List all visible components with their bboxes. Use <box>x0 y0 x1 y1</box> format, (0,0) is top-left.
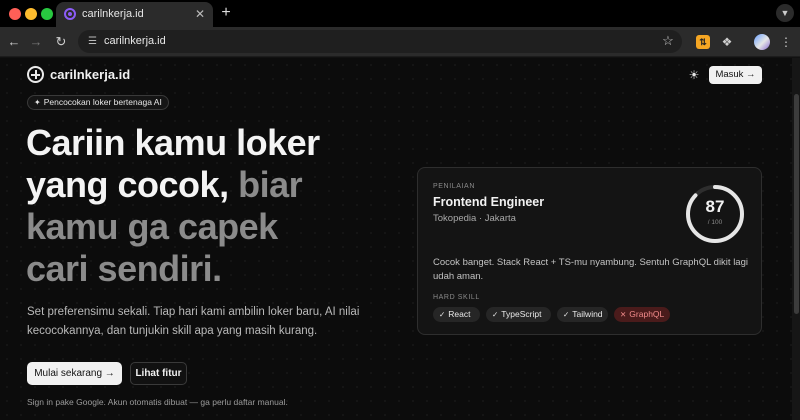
title-line-3: kamu ga capek <box>26 206 278 247</box>
check-icon: ✓ <box>563 310 570 319</box>
page-content: carilnkerja.id ☀ Masuk → ✦ Pencocokan lok… <box>0 58 800 420</box>
skill-chip-graphql: ✕ GraphQL <box>614 307 670 322</box>
forward-button[interactable]: → <box>27 33 45 51</box>
title-line-2-dim: biar <box>228 164 303 205</box>
new-tab-button[interactable]: + <box>217 4 235 22</box>
skill-chip-label: GraphQL <box>629 309 665 319</box>
skill-chip-tailwind: ✓ Tailwind <box>557 307 608 322</box>
skill-chip-typescript: ✓ TypeScript <box>486 307 551 322</box>
signin-note: Sign in pake Google. Akun otomatis dibua… <box>27 397 288 407</box>
reload-button[interactable]: ↻ <box>52 33 70 51</box>
site-info-icon[interactable]: ☰ <box>86 35 99 48</box>
extension-icon[interactable]: ⇅ <box>696 35 710 49</box>
assessment-description: Cocok banget. Stack React + TS-mu nyambu… <box>433 257 748 282</box>
tab-close-icon[interactable]: ✕ <box>193 7 207 21</box>
login-button[interactable]: Masuk → <box>709 66 762 84</box>
browser-window: carilnkerja.id ✕ + ▼ ← → ↻ ☰ carilnkerja… <box>0 0 800 420</box>
logo-icon <box>27 66 44 83</box>
assessment-card: PENILAIAN Frontend Engineer Tokopedia · … <box>417 167 762 335</box>
skills-label: HARD SKILL <box>433 294 480 301</box>
puzzle-icon[interactable]: ❖ <box>719 34 735 50</box>
site-favicon-icon <box>64 8 76 20</box>
title-line-2: yang cocok, <box>26 164 229 205</box>
job-title: Frontend Engineer <box>433 195 545 209</box>
start-now-button[interactable]: Mulai sekarang → <box>27 362 122 385</box>
sun-icon[interactable]: ☀ <box>687 68 701 82</box>
score-max: / 100 <box>707 219 723 226</box>
skill-chip-label: React <box>448 309 471 319</box>
score-ring: 87 / 100 <box>684 183 746 245</box>
check-icon: ✓ <box>439 310 446 319</box>
bookmark-star-icon[interactable]: ☆ <box>660 33 676 49</box>
title-line-1: Cariin kamu loker <box>26 122 320 163</box>
skill-chip-label: Tailwind <box>572 309 603 319</box>
hero-description: Set preferensimu sekali. Tiap hari kami … <box>27 306 360 337</box>
job-company-location: Tokopedia · Jakarta <box>433 213 516 224</box>
brand-name: carilnkerja.id <box>50 67 131 82</box>
tab-search-icon[interactable]: ▼ <box>776 4 794 22</box>
score-value: 87 <box>705 197 725 216</box>
x-icon: ✕ <box>620 310 627 319</box>
tab-title: carilnkerja.id <box>82 8 144 20</box>
kebab-menu-icon[interactable]: ⋮ <box>780 34 792 50</box>
check-icon: ✓ <box>492 310 499 319</box>
scrollbar[interactable] <box>792 58 800 420</box>
page-title: Cariin kamu loker yang cocok, biar kamu ga… <box>26 122 386 290</box>
browser-toolbar: ← → ↻ ☰ carilnkerja.id ☆ <box>0 27 800 57</box>
tab-active[interactable]: carilnkerja.id ✕ <box>56 2 213 27</box>
ai-badge-label: Pencocokan loker bertenaga AI <box>43 97 162 107</box>
skill-chip-label: TypeScript <box>501 309 542 319</box>
close-window-button[interactable] <box>9 8 21 20</box>
minimize-window-button[interactable] <box>25 8 37 20</box>
ai-badge: ✦ Pencocokan loker bertenaga AI <box>27 95 169 110</box>
skill-chip-react: ✓ React <box>433 307 480 322</box>
scrollbar-thumb[interactable] <box>794 94 799 314</box>
url-text[interactable]: carilnkerja.id <box>104 35 166 47</box>
title-line-4: cari sendiri. <box>26 248 222 289</box>
card-label: PENILAIAN <box>433 183 475 190</box>
sparkle-icon: ✦ <box>34 98 41 107</box>
maximize-window-button[interactable] <box>41 8 53 20</box>
avatar[interactable] <box>754 34 770 50</box>
tab-strip: carilnkerja.id ✕ + ▼ <box>0 0 800 27</box>
address-bar[interactable]: ☰ carilnkerja.id ☆ <box>78 30 682 53</box>
back-button[interactable]: ← <box>5 33 23 51</box>
see-features-button[interactable]: Lihat fitur <box>130 362 187 385</box>
